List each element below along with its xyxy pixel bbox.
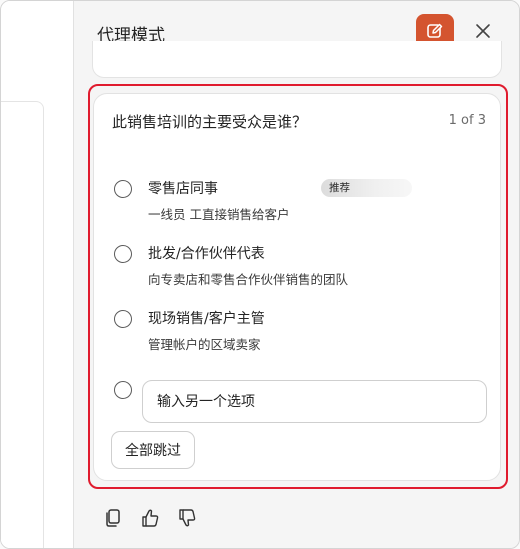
app-window: 代理模式 此销售培训的主要受众是谁？ 1 of 3 零售店同事 推荐 一线员 工… — [0, 0, 520, 549]
question-text: 此销售培训的主要受众是谁？ — [112, 113, 308, 131]
option-title: 现场销售/客户主管 — [148, 311, 265, 327]
option-wholesale-partner[interactable]: 批发/合作伙伴代表 向专卖店和零售合作伙伴销售的团队 — [94, 245, 502, 295]
option-description: 管理帐户的区域卖家 — [148, 337, 261, 352]
copy-icon[interactable] — [101, 506, 125, 530]
left-document-card — [1, 101, 44, 548]
agent-panel: 代理模式 此销售培训的主要受众是谁？ 1 of 3 零售店同事 推荐 一线员 工… — [74, 1, 519, 548]
feedback-row — [101, 506, 199, 530]
option-description: 向专卖店和零售合作伙伴销售的团队 — [148, 272, 349, 287]
option-title: 批发/合作伙伴代表 — [148, 246, 265, 262]
option-field-sales[interactable]: 现场销售/客户主管 管理帐户的区域卖家 — [94, 310, 502, 360]
other-option-input[interactable] — [142, 380, 487, 423]
question-counter: 1 of 3 — [448, 113, 486, 128]
close-icon — [475, 23, 491, 43]
question-card: 此销售培训的主要受众是谁？ 1 of 3 零售店同事 推荐 一线员 工直接销售给… — [93, 93, 501, 481]
skip-all-button[interactable]: 全部跳过 — [111, 431, 195, 469]
option-other[interactable] — [94, 380, 502, 431]
recommended-badge: 推荐 — [321, 179, 412, 197]
option-description: 一线员 工直接销售给客户 — [148, 207, 290, 222]
radio-button[interactable] — [114, 310, 132, 328]
radio-button[interactable] — [114, 245, 132, 263]
radio-button[interactable] — [114, 180, 132, 198]
left-pane — [1, 1, 73, 548]
radio-button[interactable] — [114, 381, 132, 399]
option-retail-colleague[interactable]: 零售店同事 推荐 一线员 工直接销售给客户 — [94, 179, 502, 230]
thumbs-up-icon[interactable] — [138, 506, 162, 530]
previous-message-card — [92, 41, 502, 78]
option-title: 零售店同事 — [148, 181, 218, 197]
thumbs-down-icon[interactable] — [175, 506, 199, 530]
